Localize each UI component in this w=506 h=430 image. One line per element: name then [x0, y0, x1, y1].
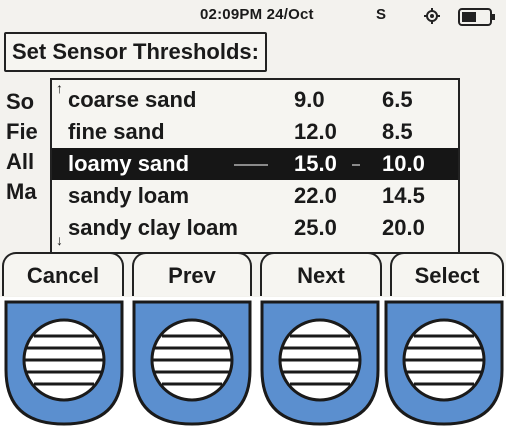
cancel-softkey[interactable]: Cancel	[2, 252, 124, 296]
list-item-loamy-sand-selected[interactable]: loamy sand 15.0 10.0	[52, 148, 458, 180]
list-item-sandy-loam[interactable]: sandy loam 22.0 14.5	[52, 180, 458, 212]
battery-icon	[458, 8, 495, 26]
gps-target-icon	[424, 8, 440, 24]
hardware-button-4[interactable]	[384, 300, 504, 426]
hardware-button-1[interactable]	[4, 300, 124, 426]
threshold-value-1: 12.0	[294, 119, 337, 144]
next-softkey[interactable]: Next	[260, 252, 382, 296]
soil-name: fine sand	[68, 119, 165, 144]
threshold-value-2: 20.0	[382, 215, 425, 240]
threshold-value-1: 25.0	[294, 215, 337, 240]
threshold-value-1: 22.0	[294, 183, 337, 208]
prev-softkey[interactable]: Prev	[132, 252, 252, 296]
row-separator	[352, 164, 360, 166]
soil-name: sandy clay loam	[68, 215, 238, 240]
hardware-button-icon	[132, 300, 252, 426]
threshold-value-2: 14.5	[382, 183, 425, 208]
row-separator	[234, 164, 268, 166]
hardware-button-2[interactable]	[132, 300, 252, 426]
status-indicator: S	[376, 6, 387, 23]
list-item-sandy-clay-loam[interactable]: sandy clay loam 25.0 20.0	[52, 212, 458, 244]
list-item-fine-sand[interactable]: fine sand 12.0 8.5	[52, 116, 458, 148]
menu-item-partial[interactable]: Fie	[6, 118, 38, 146]
status-bar: 02:09PM 24/Oct S	[0, 0, 506, 30]
soil-name: sandy loam	[68, 183, 190, 208]
threshold-value-1: 9.0	[294, 87, 325, 112]
hardware-button-icon	[4, 300, 124, 426]
menu-item-partial[interactable]: All	[6, 148, 34, 176]
list-item-coarse-sand[interactable]: coarse sand 9.0 6.5	[52, 84, 458, 116]
menu-item-partial[interactable]: So	[6, 88, 34, 116]
threshold-value-2: 8.5	[382, 119, 413, 144]
page-title: Set Sensor Thresholds:	[4, 32, 267, 72]
soil-name: loamy sand	[68, 151, 190, 176]
menu-item-partial[interactable]: Ma	[6, 178, 37, 206]
soil-type-list: ↑ ↓ coarse sand 9.0 6.5 fine sand 12.0 8…	[50, 78, 460, 254]
threshold-value-1: 15.0	[294, 151, 337, 176]
hardware-button-3[interactable]	[260, 300, 380, 426]
soil-name: coarse sand	[68, 87, 197, 112]
hardware-button-icon	[384, 300, 504, 426]
threshold-value-2: 6.5	[382, 87, 413, 112]
status-time: 02:09PM 24/Oct	[200, 6, 314, 23]
threshold-value-2: 10.0	[382, 151, 425, 176]
device-screen: 02:09PM 24/Oct S Set Sensor Thresholds: …	[0, 0, 506, 297]
hardware-button-icon	[260, 300, 380, 426]
select-softkey[interactable]: Select	[390, 252, 504, 296]
